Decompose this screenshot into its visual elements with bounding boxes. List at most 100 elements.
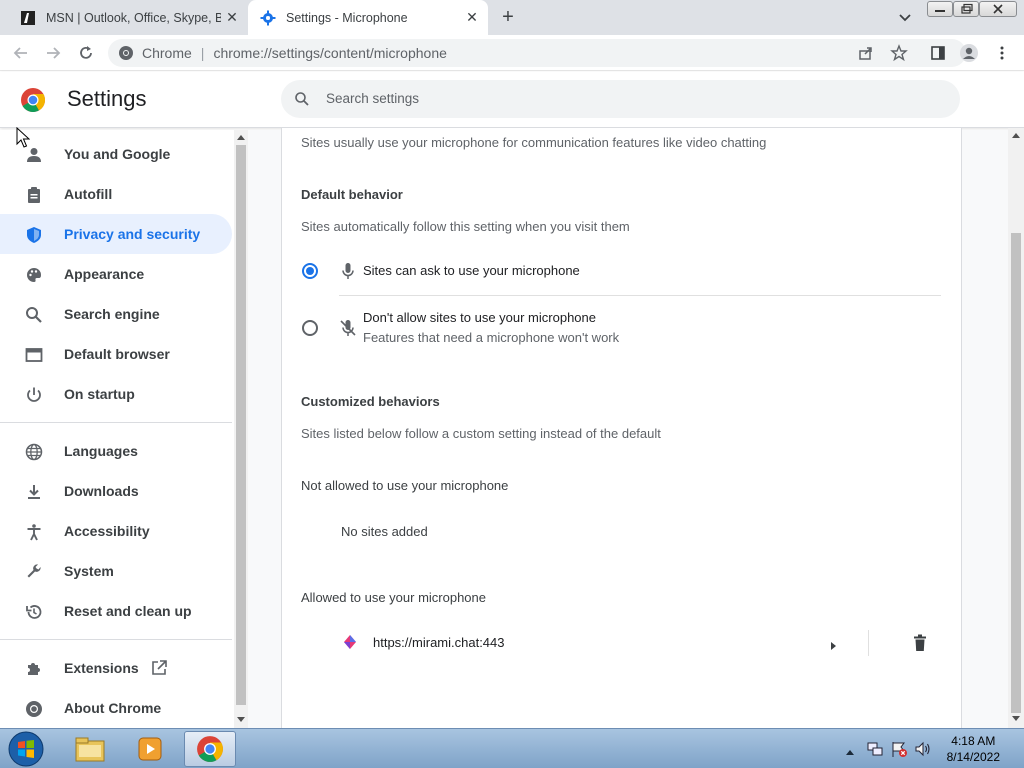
- settings-header: Settings Search settings: [0, 72, 1024, 128]
- show-hidden-icons-arrow-icon[interactable]: [845, 743, 855, 761]
- allowed-site-row[interactable]: https://mirami.chat:443: [332, 626, 942, 660]
- sidebar-item-privacy-and-security[interactable]: Privacy and security: [0, 214, 232, 254]
- sidebar-item-label: System: [64, 563, 114, 579]
- row-separator: [868, 630, 869, 656]
- sidebar-item-label: You and Google: [64, 146, 171, 162]
- window-close-button[interactable]: [979, 1, 1017, 17]
- puzzle-icon: [24, 659, 44, 679]
- option-block-label[interactable]: Don't allow sites to use your microphone: [363, 310, 596, 325]
- shield-icon: [24, 225, 44, 245]
- settings-sidebar: You and Google Autofill Privacy and secu…: [0, 130, 234, 728]
- radio-allow-ask[interactable]: [302, 263, 318, 279]
- share-icon[interactable]: [858, 45, 874, 64]
- reload-icon[interactable]: [75, 42, 97, 64]
- sidebar-item-downloads[interactable]: Downloads: [0, 471, 232, 511]
- taskbar-chrome[interactable]: [184, 731, 236, 767]
- more-menu-icon[interactable]: [991, 42, 1013, 64]
- sidebar-item-about-chrome[interactable]: About Chrome: [0, 688, 232, 728]
- network-icon[interactable]: [866, 740, 884, 763]
- search-settings-input[interactable]: Search settings: [281, 80, 960, 118]
- expand-arrow-icon[interactable]: [830, 638, 838, 656]
- sidebar-item-label: About Chrome: [64, 700, 162, 716]
- sidebar-item-label: Privacy and security: [64, 226, 201, 242]
- address-bar[interactable]: Chrome | chrome://settings/content/micro…: [108, 39, 966, 67]
- option-divider: [339, 295, 941, 296]
- forward-arrow-icon[interactable]: [42, 42, 64, 64]
- bookmark-star-icon[interactable]: [890, 44, 908, 65]
- microphone-settings-card: Sites usually use your microphone for co…: [281, 128, 962, 728]
- sidebar-item-extensions[interactable]: Extensions: [0, 648, 232, 688]
- tab-msn[interactable]: MSN | Outlook, Office, Skype, Bing ✕: [8, 0, 248, 35]
- tab-settings-microphone[interactable]: Settings - Microphone ✕: [248, 0, 488, 35]
- sidebar-item-reset-and-clean-up[interactable]: Reset and clean up: [0, 591, 232, 631]
- delete-trash-icon[interactable]: [912, 634, 928, 657]
- external-link-icon: [150, 659, 168, 680]
- taskbar-clock[interactable]: 4:18 AM 8/14/2022: [947, 733, 1000, 765]
- allowed-site-url[interactable]: https://mirami.chat:443: [373, 635, 505, 650]
- volume-icon[interactable]: [914, 740, 932, 763]
- tab-title: Settings - Microphone: [286, 10, 408, 25]
- side-panel-icon[interactable]: [927, 42, 949, 64]
- sidebar-item-search-engine[interactable]: Search engine: [0, 294, 232, 334]
- window-restore-button[interactable]: [953, 1, 979, 17]
- omnibox-chrome-label: Chrome: [142, 45, 192, 61]
- sidebar-item-appearance[interactable]: Appearance: [0, 254, 232, 294]
- browser-icon: [24, 345, 44, 365]
- wrench-icon: [24, 562, 44, 582]
- clock-date: 8/14/2022: [946, 750, 1000, 764]
- microphone-icon: [340, 262, 356, 285]
- omnibox-url[interactable]: chrome://settings/content/microphone: [213, 45, 446, 61]
- content-scrollbar-thumb[interactable]: [1011, 233, 1021, 713]
- sidebar-item-label: Reset and clean up: [64, 603, 192, 619]
- windows-taskbar: 4:18 AM 8/14/2022: [0, 728, 1024, 768]
- sidebar-item-on-startup[interactable]: On startup: [0, 374, 232, 414]
- sidebar-item-accessibility[interactable]: Accessibility: [0, 511, 232, 551]
- accessibility-icon: [24, 522, 44, 542]
- taskbar-file-explorer[interactable]: [64, 731, 116, 767]
- default-behavior-heading: Default behavior: [301, 187, 403, 202]
- customized-behaviors-subtext: Sites listed below follow a custom setti…: [301, 426, 661, 441]
- palette-icon: [24, 265, 44, 285]
- no-sites-added-text: No sites added: [341, 524, 428, 539]
- sidebar-item-autofill[interactable]: Autofill: [0, 174, 232, 214]
- sidebar-item-label: Default browser: [64, 346, 170, 362]
- site-favicon-icon: [342, 634, 358, 655]
- taskbar-media-player[interactable]: [124, 731, 176, 767]
- tab-strip: MSN | Outlook, Office, Skype, Bing ✕ Set…: [0, 0, 1024, 35]
- option-block-sublabel: Features that need a microphone won't wo…: [363, 330, 620, 345]
- allowed-sites-heading: Allowed to use your microphone: [301, 590, 486, 605]
- back-arrow-icon[interactable]: [10, 42, 32, 64]
- close-tab-icon[interactable]: ✕: [224, 9, 240, 25]
- sidebar-item-label: On startup: [64, 386, 135, 402]
- option-allow-label[interactable]: Sites can ask to use your microphone: [363, 263, 580, 278]
- sidebar-item-label: Search engine: [64, 306, 160, 322]
- download-icon: [24, 482, 44, 502]
- sidebar-item-languages[interactable]: Languages: [0, 431, 232, 471]
- microphone-off-icon: [339, 319, 357, 342]
- tab-search-chevron-icon[interactable]: [896, 8, 914, 26]
- power-icon: [24, 385, 44, 405]
- mouse-cursor-icon: [16, 127, 30, 148]
- sidebar-item-you-and-google[interactable]: You and Google: [0, 134, 232, 174]
- intro-text: Sites usually use your microphone for co…: [301, 135, 767, 150]
- sidebar-scrollbar[interactable]: [234, 130, 248, 728]
- chrome-icon: [24, 699, 44, 719]
- sidebar-item-default-browser[interactable]: Default browser: [0, 334, 232, 374]
- new-tab-button[interactable]: +: [496, 6, 520, 30]
- window-minimize-button[interactable]: [927, 1, 953, 17]
- action-center-flag-icon[interactable]: [890, 740, 908, 763]
- customized-behaviors-heading: Customized behaviors: [301, 394, 440, 409]
- sidebar-scrollbar-thumb[interactable]: [236, 145, 246, 705]
- sidebar-item-system[interactable]: System: [0, 551, 232, 591]
- content-scrollbar[interactable]: [1008, 128, 1024, 728]
- radio-block[interactable]: [302, 320, 318, 336]
- sidebar-item-label: Appearance: [64, 266, 145, 282]
- profile-avatar-icon[interactable]: [958, 42, 980, 64]
- sidebar-divider: [0, 639, 232, 640]
- sidebar-divider: [0, 422, 232, 423]
- start-button[interactable]: [6, 730, 46, 768]
- globe-icon: [24, 442, 44, 462]
- sidebar-item-label: Downloads: [64, 483, 139, 499]
- sidebar-item-label: Accessibility: [64, 523, 150, 539]
- close-tab-icon[interactable]: ✕: [464, 9, 480, 25]
